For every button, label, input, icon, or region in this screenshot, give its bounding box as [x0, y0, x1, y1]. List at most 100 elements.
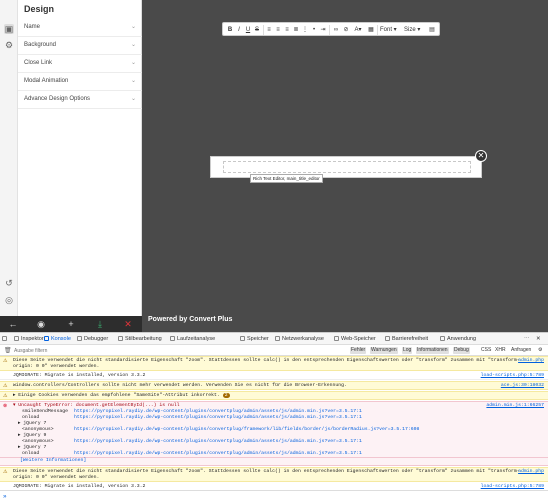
- section-close-link[interactable]: Close Link ⌄: [18, 55, 142, 73]
- stack-frame-url[interactable]: https://pyropixel.raydiy.de/wp-content/p…: [74, 427, 419, 433]
- section-name[interactable]: Name ⌄: [18, 19, 142, 37]
- text-color-icon[interactable]: A▾: [351, 25, 365, 35]
- trash-icon[interactable]: 🗑: [4, 347, 12, 354]
- stack-frame-url[interactable]: https://pyropixel.raydiy.de/wp-content/p…: [74, 451, 362, 457]
- filter-css-button[interactable]: CSS: [480, 347, 492, 354]
- devtools-picker-icon[interactable]: [2, 335, 9, 343]
- indent-icon[interactable]: ⇥: [319, 25, 327, 35]
- tab-label: Web-Speicher: [341, 336, 376, 342]
- tab-anwendung[interactable]: Anwendung: [440, 335, 476, 343]
- devtools-pane: Inspektor Konsole Debugger Stilbearbeitu…: [0, 332, 548, 500]
- more-info-link[interactable]: [Weitere Informationen]: [20, 458, 86, 463]
- network-icon: [275, 336, 280, 341]
- rich-text-toolbar: B I U S ≡ ≡ ≡ ≣ ⋮ • ⇥ ∞ ⊘ A▾ ▦ Font ▾ Si…: [222, 22, 440, 36]
- stack-frame-url[interactable]: https://pyropixel.raydiy.de/wp-content/p…: [74, 439, 362, 445]
- tab-inspektor[interactable]: Inspektor: [14, 335, 44, 343]
- image-icon[interactable]: ▣: [4, 24, 14, 34]
- overflow-menu-icon[interactable]: ⋯: [524, 335, 530, 343]
- main-title-editor[interactable]: [223, 161, 471, 173]
- more-options-icon[interactable]: ▤: [427, 25, 437, 35]
- link-icon[interactable]: ∞: [331, 25, 341, 35]
- console-message-log: JQMIGRATE: Migrate is installed, version…: [0, 483, 548, 490]
- storage-icon: [334, 336, 339, 341]
- section-modal-animation[interactable]: Modal Animation ⌄: [18, 73, 142, 91]
- frame-url-link[interactable]: https://pyropixel.raydiy.de/wp-content/p…: [74, 451, 362, 456]
- chevron-down-icon: ⌄: [130, 24, 136, 30]
- tab-barrierefreiheit[interactable]: Barrierefreiheit: [385, 335, 428, 343]
- panel-footer: ← ◉ + ⤓ ✕: [0, 316, 142, 332]
- filter-info-button[interactable]: Informationen: [416, 347, 449, 354]
- filter-errors-button[interactable]: Fehler: [350, 347, 367, 354]
- repeat-count-badge: 2: [222, 393, 230, 398]
- message-source-link[interactable]: ace.js:30:18032: [501, 383, 544, 389]
- tab-netzwerkanalyse[interactable]: Netzwerkanalyse: [275, 335, 324, 343]
- section-advance-design-options[interactable]: Advance Design Options ⌄: [18, 91, 142, 109]
- console-input[interactable]: »: [0, 490, 548, 500]
- tab-speicher[interactable]: Speicher: [240, 335, 269, 343]
- section-background[interactable]: Background ⌄: [18, 37, 142, 55]
- tab-laufzeitanalyse[interactable]: Laufzeitanalyse: [170, 335, 215, 343]
- size-select-label: Size: [404, 27, 416, 33]
- frame-function: jQuery 7: [23, 445, 47, 450]
- message-source-link[interactable]: admin.min.js:1:66257: [486, 403, 544, 409]
- message-source-link[interactable]: admin.php: [518, 469, 544, 475]
- numbered-list-icon[interactable]: ⋮: [301, 25, 309, 35]
- align-center-icon[interactable]: ≡: [274, 25, 282, 35]
- bullet-list-icon[interactable]: •: [310, 25, 318, 35]
- close-icon[interactable]: ✕: [475, 150, 487, 162]
- close-icon[interactable]: ✕: [536, 335, 541, 343]
- close-icon[interactable]: ✕: [123, 319, 133, 329]
- filter-log-button[interactable]: Log: [402, 347, 413, 354]
- back-arrow-icon[interactable]: ←: [8, 319, 18, 329]
- tab-konsole[interactable]: Konsole: [44, 335, 71, 343]
- section-label: Advance Design Options: [24, 96, 91, 102]
- filter-input[interactable]: [14, 346, 164, 355]
- italic-icon[interactable]: I: [235, 25, 243, 35]
- underline-icon[interactable]: U: [244, 25, 252, 35]
- chevron-down-icon: ⌄: [130, 42, 136, 48]
- gear-icon[interactable]: ⚙: [4, 40, 14, 50]
- tab-label: Debugger: [84, 336, 109, 342]
- filter-xhr-button[interactable]: XHR: [494, 347, 507, 354]
- tab-label: Anwendung: [447, 336, 477, 342]
- frame-url-link[interactable]: https://pyropixel.raydiy.de/wp-content/p…: [74, 415, 362, 420]
- message-source-link[interactable]: admin.php: [518, 358, 544, 364]
- size-select[interactable]: Size ▾: [404, 25, 424, 35]
- background-color-icon[interactable]: ▦: [366, 25, 376, 35]
- frame-url-link[interactable]: https://pyropixel.raydiy.de/wp-content/p…: [74, 439, 362, 444]
- stack-frame-url[interactable]: https://pyropixel.raydiy.de/wp-content/p…: [74, 415, 362, 421]
- filter-debug-button[interactable]: Debug: [453, 347, 470, 354]
- align-left-icon[interactable]: ≡: [265, 25, 273, 35]
- settings-gear-icon[interactable]: ⚙: [537, 347, 543, 354]
- console-message-warning: ⚠ Diese Seite verwendet die nicht standa…: [0, 467, 548, 482]
- section-label: Close Link: [24, 60, 53, 66]
- align-justify-icon[interactable]: ≣: [292, 25, 300, 35]
- history-icon[interactable]: ↺: [4, 278, 14, 288]
- console-message-warning[interactable]: ⚠ ▸ Einige Cookies verwenden das empfohl…: [0, 391, 548, 400]
- filter-requests-button[interactable]: Anfragen: [510, 347, 532, 354]
- message-text: Diese Seite verwendet die nicht standard…: [13, 358, 520, 369]
- eye-icon[interactable]: ◉: [36, 319, 46, 329]
- accessibility-icon: [385, 336, 390, 341]
- memory-icon: [240, 336, 245, 341]
- section-label: Name: [24, 24, 41, 30]
- unlink-icon[interactable]: ⊘: [342, 25, 350, 35]
- plus-icon[interactable]: +: [66, 319, 76, 329]
- globe-icon[interactable]: ◎: [4, 295, 14, 305]
- message-source-link[interactable]: load-scripts.php:5:789: [481, 373, 544, 379]
- tab-label: Speicher: [247, 336, 269, 342]
- font-select[interactable]: Font ▾: [380, 25, 402, 35]
- frame-url-link[interactable]: https://pyropixel.raydiy.de/wp-content/p…: [74, 409, 362, 414]
- strikethrough-icon[interactable]: S: [253, 25, 261, 35]
- frame-function: jQuery 7: [23, 421, 47, 426]
- bold-icon[interactable]: B: [226, 25, 234, 35]
- picker-icon: [2, 336, 7, 341]
- filter-warnings-button[interactable]: Warnungen: [370, 347, 398, 354]
- tab-web-speicher[interactable]: Web-Speicher: [334, 335, 376, 343]
- tab-debugger[interactable]: Debugger: [77, 335, 108, 343]
- frame-url-link[interactable]: https://pyropixel.raydiy.de/wp-content/p…: [74, 427, 419, 432]
- align-right-icon[interactable]: ≡: [283, 25, 291, 35]
- console-message-error[interactable]: ⊗ ▾ Uncaught TypeError: document.getElem…: [0, 401, 548, 458]
- download-icon[interactable]: ⤓: [95, 319, 105, 329]
- tab-stilbearbeitung[interactable]: Stilbearbeitung: [118, 335, 162, 343]
